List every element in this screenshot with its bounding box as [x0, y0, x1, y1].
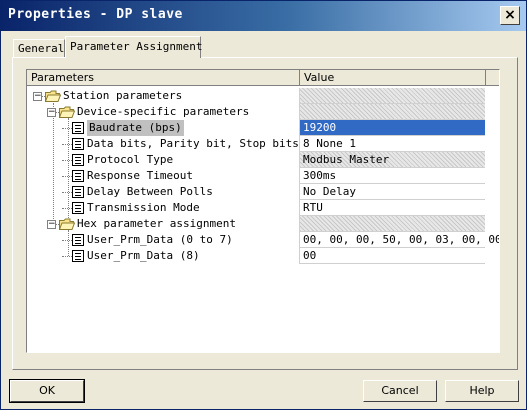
value-cell-empty: [299, 88, 485, 104]
parameter-list-icon: [72, 234, 84, 246]
tree-param-row[interactable]: Protocol Type Modbus Master: [27, 152, 499, 168]
collapse-toggle-icon[interactable]: −: [47, 108, 56, 117]
value-cell-empty: [299, 104, 485, 120]
open-folder-icon: [59, 106, 75, 118]
parameter-list-icon: [72, 138, 84, 150]
parameter-list-icon: [72, 202, 84, 214]
parameter-label[interactable]: Delay Between Polls: [87, 184, 213, 200]
cancel-button[interactable]: Cancel: [363, 380, 437, 402]
parameter-list-icon: [72, 186, 84, 198]
ok-button[interactable]: OK: [9, 379, 85, 403]
parameter-grid[interactable]: Parameters Value − Station parameters − Dev…: [26, 69, 500, 353]
parameter-value[interactable]: 00, 00, 00, 50, 00, 03, 00, 00: [299, 232, 499, 248]
tree-folder-row[interactable]: − Station parameters: [27, 88, 499, 104]
column-header-filler: [486, 70, 499, 86]
tree-line: [62, 160, 72, 161]
tab-parameter-assignment[interactable]: Parameter Assignment: [65, 36, 202, 58]
parameter-value[interactable]: 300ms: [299, 168, 485, 184]
column-header-parameters[interactable]: Parameters: [27, 70, 300, 86]
parameter-value[interactable]: 8 None 1: [299, 136, 485, 152]
tree-line: [62, 240, 72, 241]
parameter-value[interactable]: 00: [299, 248, 485, 264]
value-cell-empty: [299, 216, 485, 232]
title-bar[interactable]: Properties - DP slave ×: [1, 1, 526, 31]
help-button[interactable]: Help: [445, 380, 519, 402]
tree-param-row[interactable]: Response Timeout 300ms: [27, 168, 499, 184]
parameter-value[interactable]: No Delay: [299, 184, 485, 200]
parameter-list-icon: [72, 170, 84, 182]
tree-line: [62, 256, 72, 257]
parameter-list-icon: [72, 250, 84, 262]
parameter-label[interactable]: Baudrate (bps): [87, 120, 184, 136]
tree-folder-label[interactable]: Station parameters: [63, 88, 182, 104]
parameter-label[interactable]: Protocol Type: [87, 152, 173, 168]
tree-param-row[interactable]: User_Prm_Data (0 to 7) 00, 00, 00, 50, 00…: [27, 232, 499, 248]
properties-dialog: Properties - DP slave × General Paramete…: [0, 0, 527, 410]
tree-folder-row[interactable]: − Hex parameter assignment: [27, 216, 499, 232]
collapse-toggle-icon[interactable]: −: [33, 92, 42, 101]
open-folder-icon: [59, 218, 75, 230]
tree-param-row[interactable]: Baudrate (bps) 19200: [27, 120, 499, 136]
tree-param-row[interactable]: Data bits, Parity bit, Stop bits 8 None 1: [27, 136, 499, 152]
parameter-label[interactable]: Transmission Mode: [87, 200, 200, 216]
open-folder-icon: [45, 90, 61, 102]
parameter-value[interactable]: 19200: [299, 120, 485, 136]
tree-folder-label[interactable]: Hex parameter assignment: [77, 216, 236, 232]
tree-line: [62, 128, 72, 129]
tree-line: [62, 144, 72, 145]
tree-param-row[interactable]: User_Prm_Data (8) 00: [27, 248, 499, 264]
tree-folder-row[interactable]: − Device-specific parameters: [27, 104, 499, 120]
parameter-value: Modbus Master: [299, 152, 485, 168]
parameter-label[interactable]: Data bits, Parity bit, Stop bits: [87, 136, 299, 152]
tree-folder-label[interactable]: Device-specific parameters: [77, 104, 249, 120]
tree-line: [56, 112, 59, 113]
column-header-value[interactable]: Value: [300, 70, 486, 86]
tree-line: [42, 96, 45, 97]
tree-line: [62, 208, 72, 209]
tree-line: [62, 176, 72, 177]
tree-param-row[interactable]: Delay Between Polls No Delay: [27, 184, 499, 200]
tree-param-row[interactable]: Transmission Mode RTU: [27, 200, 499, 216]
parameter-list-icon: [72, 122, 84, 134]
parameter-label[interactable]: User_Prm_Data (8): [87, 248, 200, 264]
tree-line: [56, 224, 59, 225]
close-button[interactable]: ×: [500, 6, 520, 25]
tree-line: [62, 192, 72, 193]
parameter-list-icon: [72, 154, 84, 166]
tab-general[interactable]: General: [13, 39, 65, 57]
parameter-value[interactable]: RTU: [299, 200, 485, 216]
dialog-title: Properties - DP slave: [8, 7, 183, 22]
collapse-toggle-icon[interactable]: −: [47, 220, 56, 229]
parameter-label[interactable]: Response Timeout: [87, 168, 193, 184]
parameter-label[interactable]: User_Prm_Data (0 to 7): [87, 232, 233, 248]
